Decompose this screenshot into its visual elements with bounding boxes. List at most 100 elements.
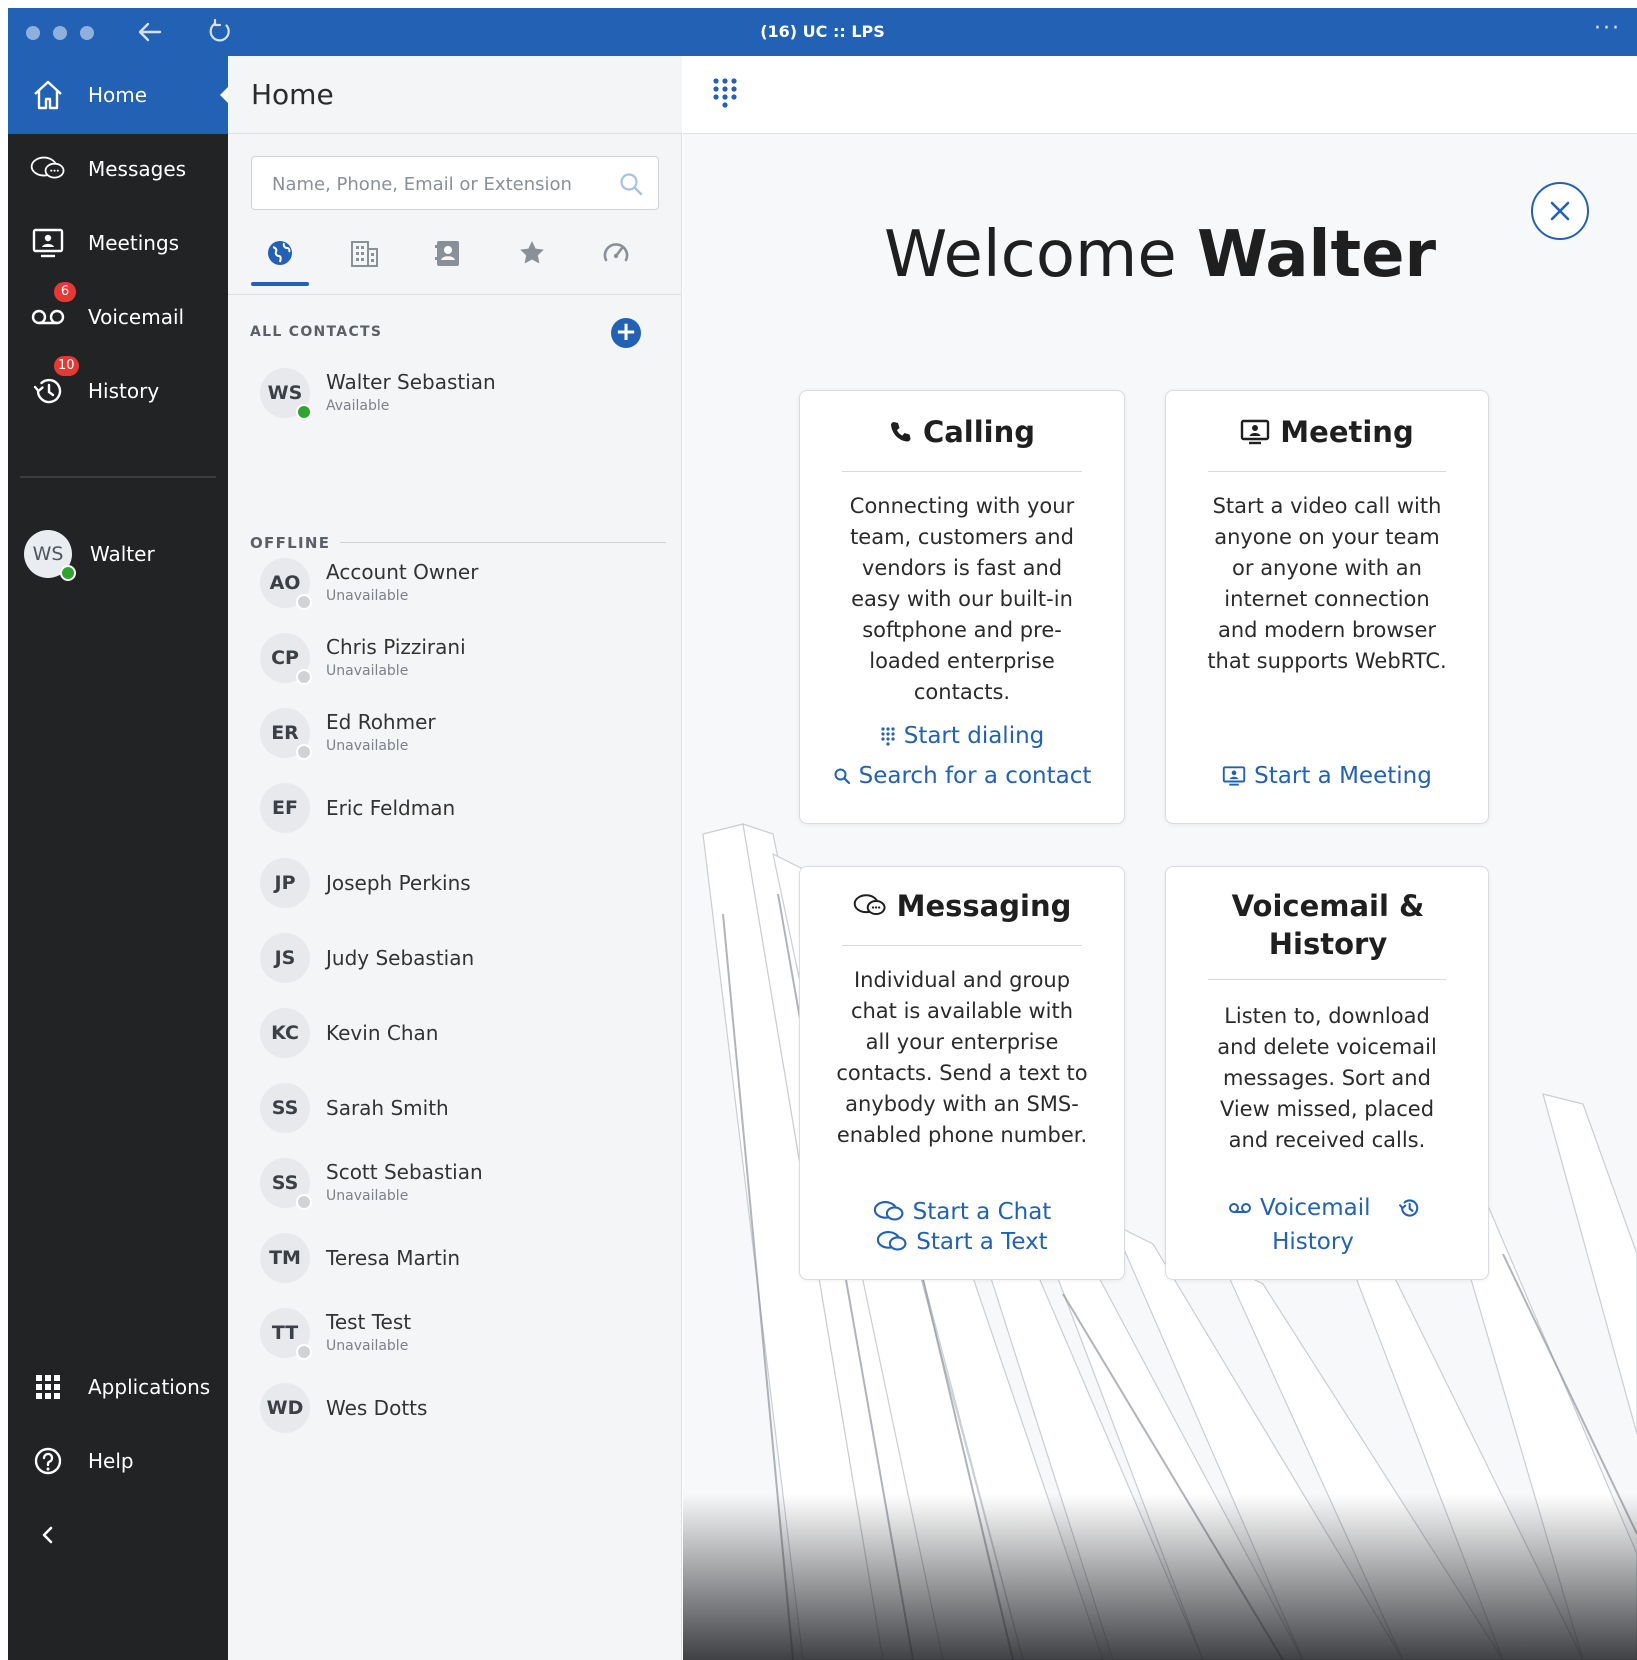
contacts-panel: Home ALL CONTACTS + WS Walter Sebastian …	[228, 56, 682, 1660]
card-body: Listen to, download and delete voicemail…	[1217, 1004, 1437, 1152]
card-body: Start a video call with anyone on your t…	[1207, 494, 1447, 673]
avatar-initials: SS	[271, 1097, 299, 1119]
avatar-initials: WS	[32, 543, 64, 565]
nav-item-applications[interactable]: Applications	[8, 1348, 228, 1426]
link-label: Voicemail	[1260, 1195, 1371, 1221]
contact-search-box[interactable]	[251, 156, 659, 210]
voicemail-link[interactable]: Voicemail	[1228, 1195, 1371, 1221]
history-link-icon[interactable]	[1398, 1197, 1420, 1219]
messaging-card: Messaging Individual and group chat is a…	[799, 866, 1125, 1280]
nav-item-home[interactable]: Home	[8, 56, 229, 134]
nav-user-profile[interactable]: WS Walter	[8, 514, 228, 594]
list-item[interactable]: ER Ed Rohmer Unavailable	[248, 696, 668, 770]
tab-personal-contacts[interactable]	[419, 228, 477, 278]
avatar: JS	[260, 933, 310, 983]
search-input[interactable]	[272, 169, 602, 199]
search-icon[interactable]	[618, 171, 644, 197]
voicemail-history-card: Voicemail & History Listen to, download …	[1165, 866, 1489, 1280]
avatar: SS	[260, 1158, 312, 1210]
offline-divider	[340, 542, 666, 543]
add-contact-button[interactable]: +	[611, 318, 641, 348]
left-nav: Home Messages Meetings Voicemail 6 Histo…	[8, 56, 229, 1660]
welcome-heading: Welcome Walter	[683, 218, 1637, 292]
welcome-prefix: Welcome	[883, 218, 1177, 292]
list-item[interactable]: SS Scott Sebastian Unavailable	[248, 1146, 668, 1220]
card-title: Messaging	[800, 889, 1124, 923]
contact-name: Teresa Martin	[326, 1246, 461, 1270]
nav-item-help[interactable]: Help	[8, 1422, 228, 1500]
start-dialing-link[interactable]: Start dialing	[800, 723, 1124, 749]
list-item[interactable]: TM Teresa Martin	[248, 1221, 668, 1295]
contact-status: Available	[326, 398, 390, 414]
search-contact-link[interactable]: Search for a contact	[800, 763, 1124, 789]
list-item[interactable]: WD Wes Dotts	[248, 1371, 668, 1445]
nav-label: Help	[88, 1449, 134, 1473]
nav-item-messages[interactable]: Messages	[8, 130, 228, 208]
list-item[interactable]: JS Judy Sebastian	[248, 921, 668, 995]
card-title-text: Meeting	[1280, 415, 1414, 449]
list-item[interactable]: TT Test Test Unavailable	[248, 1296, 668, 1370]
offline-status-dot	[296, 1194, 312, 1210]
nav-item-meetings[interactable]: Meetings	[8, 204, 228, 282]
list-item[interactable]: AO Account Owner Unavailable	[248, 546, 668, 620]
tab-all-contacts[interactable]	[251, 228, 309, 286]
card-divider	[1208, 979, 1446, 980]
link-label: Search for a contact	[858, 763, 1092, 789]
avatar-initials: WD	[266, 1397, 304, 1419]
list-item[interactable]: EF Eric Feldman	[248, 771, 668, 845]
start-text-link[interactable]: Start a Text	[800, 1229, 1124, 1255]
messages-icon	[853, 893, 887, 919]
voicemail-icon	[30, 299, 66, 335]
offline-status-dot	[296, 669, 312, 685]
nav-item-voicemail[interactable]: Voicemail 6	[8, 278, 228, 356]
nav-label: Messages	[88, 157, 187, 181]
avatar: CP	[260, 633, 312, 685]
star-icon	[520, 241, 544, 264]
nav-label: History	[88, 379, 160, 403]
tab-favorites[interactable]	[503, 228, 561, 278]
list-item[interactable]: SS Sarah Smith	[248, 1071, 668, 1145]
avatar-initials: ER	[271, 722, 299, 744]
nav-item-history[interactable]: History 10	[8, 352, 228, 430]
chevron-left-icon	[30, 1517, 66, 1553]
avatar-initials: CP	[271, 647, 299, 669]
meetings-icon	[30, 225, 66, 261]
phone-icon	[889, 420, 913, 444]
card-divider	[842, 945, 1082, 946]
voicemail-icon	[1228, 1201, 1252, 1215]
building-icon	[351, 241, 378, 267]
list-item[interactable]: CP Chris Pizzirani Unavailable	[248, 621, 668, 695]
contact-filter-tabs	[251, 228, 659, 288]
start-meeting-link[interactable]: Start a Meeting	[1166, 763, 1488, 789]
dialpad-icon	[880, 726, 896, 746]
avatar: WS	[260, 368, 312, 420]
avatar: ER	[260, 708, 312, 760]
contact-name: Judy Sebastian	[326, 946, 475, 970]
list-item[interactable]: JP Joseph Perkins	[248, 846, 668, 920]
offline-status-dot	[296, 1344, 312, 1360]
start-chat-link[interactable]: Start a Chat	[800, 1199, 1124, 1225]
home-icon	[30, 77, 66, 113]
history-count-badge: 10	[54, 356, 79, 376]
meetings-icon	[1222, 765, 1246, 787]
card-title-text: Messaging	[896, 889, 1072, 923]
contact-status: Unavailable	[326, 1188, 409, 1204]
contact-name: Chris Pizzirani	[326, 635, 466, 659]
more-menu-icon[interactable]: ···	[1594, 16, 1621, 41]
history-link[interactable]: History	[1166, 1229, 1460, 1255]
avatar: EF	[260, 783, 310, 833]
meeting-card: Meeting Start a video call with anyone o…	[1165, 390, 1489, 824]
contact-status: Unavailable	[326, 738, 409, 754]
tab-speed-dial[interactable]	[587, 228, 645, 278]
speed-dial-icon	[603, 243, 629, 262]
voicemail-count-badge: 6	[54, 282, 76, 302]
dialpad-icon[interactable]	[711, 76, 739, 114]
tab-company[interactable]	[335, 228, 393, 278]
card-title: Meeting	[1166, 415, 1488, 449]
list-item[interactable]: KC Kevin Chan	[248, 996, 668, 1070]
avatar: AO	[260, 558, 312, 610]
card-body: Connecting with your team, customers and…	[849, 494, 1075, 704]
collapse-nav-button[interactable]	[8, 1496, 228, 1574]
list-item[interactable]: WS Walter Sebastian Available	[248, 356, 668, 430]
main-content: Welcome Walter Calling Connecting with y…	[683, 56, 1637, 1660]
